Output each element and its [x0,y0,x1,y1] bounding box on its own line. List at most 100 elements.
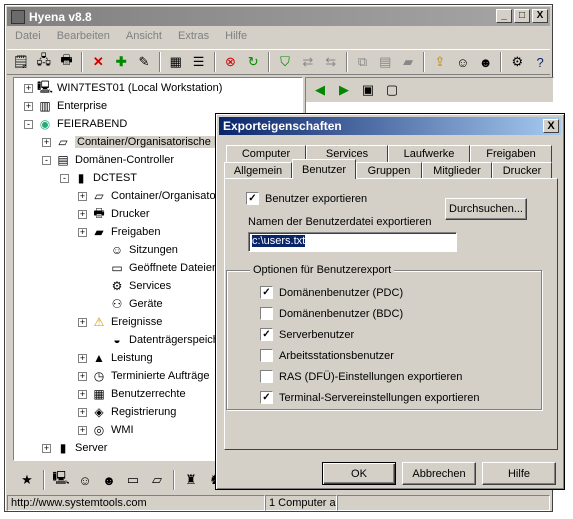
tree-item[interactable]: + ◎ WMI [78,421,134,439]
menu-hilfe[interactable]: Hilfe [217,30,255,42]
expand-toggle-icon[interactable]: + [78,425,87,435]
properties-icon[interactable]: 🗒 [11,52,31,72]
tree-item[interactable]: + ▰ Freigaben [78,223,161,241]
menu-ansicht[interactable]: Ansicht [118,30,170,42]
close-button[interactable]: X [532,9,548,23]
user-rights-toolbar-icon[interactable]: ♜ [181,470,201,490]
tab-gruppen[interactable]: Gruppen [356,162,422,179]
tree-item[interactable]: - ◉ FEIERABEND [24,115,127,133]
delete-icon[interactable]: ✕ [88,52,108,72]
tree-item[interactable]: + ▱ Container/Organisator [78,187,219,205]
option-bdc-checkbox[interactable] [260,307,273,320]
expand-toggle-icon[interactable]: - [24,119,33,129]
menu-bearbeiten[interactable]: Bearbeiten [49,30,118,42]
filter-icon[interactable]: ⛉ [275,52,295,72]
option-row-workstation[interactable]: Arbeitsstationsbenutzer [260,349,394,362]
option-row-server[interactable]: ✓ Serverbenutzer [260,328,354,341]
large-icons-icon[interactable]: ▦ [166,52,186,72]
option-row-pdc[interactable]: ✓ Domänenbenutzer (PDC) [260,286,403,299]
users-icon[interactable]: ☺ [453,52,473,72]
tab-allgemein[interactable]: Allgemein [224,162,292,179]
favorites-icon[interactable]: ★ [17,470,37,490]
option-row-terminal[interactable]: ✓ Terminal-Servereinstellungen exportier… [260,391,480,404]
options-icon[interactable]: ⚙ [507,52,527,72]
dialog-title-bar[interactable]: Exporteigenschaften X [219,117,561,135]
group-icon[interactable]: ☻ [476,52,496,72]
option-workstation-checkbox[interactable] [260,349,273,362]
network-icon[interactable]: 🖧 [34,52,54,72]
edit-icon[interactable]: ✎ [134,52,154,72]
export-users-checkbox-row[interactable]: ✓ Benutzer exportieren [246,192,367,205]
ok-button[interactable]: OK [322,462,396,485]
help-icon[interactable]: ? [530,52,550,72]
tree-item[interactable]: - ▤ Domänen-Controller [42,151,174,169]
expand-toggle-icon[interactable]: + [78,227,87,237]
menu-datei[interactable]: Datei [7,30,49,42]
disconnect-icon[interactable]: ⇆ [321,52,341,72]
folder-icon[interactable]: ▱ [147,470,167,490]
tree-item[interactable]: + ⚠ Ereignisse [78,313,162,331]
tree-item[interactable]: ☺ Sitzungen [96,241,178,259]
print-icon[interactable]: 🖶 [57,52,77,72]
tab-freigaben[interactable]: Freigaben [470,145,552,162]
tree-item[interactable]: + ▦ Benutzerrechte [78,385,186,403]
title-bar[interactable]: Hyena v8.8 _ □ X [7,7,550,26]
expand-toggle-icon[interactable]: + [78,209,87,219]
option-terminal-checkbox[interactable]: ✓ [260,391,273,404]
move-icon[interactable]: ▤ [375,52,395,72]
copy-icon[interactable]: ⧉ [353,52,373,72]
tab-benutzer[interactable]: Benutzer [292,159,356,179]
dialog-close-button[interactable]: X [543,119,559,133]
expand-toggle-icon[interactable]: + [78,371,87,381]
tab-drucker[interactable]: Drucker [492,162,552,179]
browse-button[interactable]: Durchsuchen... [445,198,527,220]
tab-laufwerke[interactable]: Laufwerke [388,145,470,162]
window-icon[interactable]: ▭ [123,470,143,490]
group-users-icon[interactable]: ☻ [99,470,119,490]
view-grid-icon[interactable]: ▣ [358,80,378,100]
add-icon[interactable]: ✚ [111,52,131,72]
tree-item[interactable]: ⚙ Services [96,277,172,295]
computer-icon[interactable]: 🖳 [51,470,71,490]
export-users-checkbox[interactable]: ✓ [246,192,259,205]
tree-item[interactable]: ◒ Datenträgerspeicher [96,331,228,349]
user-icon[interactable]: ☺ [75,470,95,490]
expand-toggle-icon[interactable]: + [78,191,87,201]
option-row-ras[interactable]: RAS (DFÜ)-Einstellungen exportieren [260,370,462,383]
refresh-icon[interactable]: ↻ [243,52,263,72]
back-icon[interactable]: ◀ [310,80,330,100]
minimize-button[interactable]: _ [496,9,512,23]
tree-item[interactable]: ⚇ Geräte [96,295,163,313]
maximize-button[interactable]: □ [514,9,530,23]
connect-icon[interactable]: ⇄ [298,52,318,72]
tree-item[interactable]: + ▲ Leistung [78,349,153,367]
expand-toggle-icon[interactable]: + [78,353,87,363]
details-icon[interactable]: ☰ [189,52,209,72]
cancel-button[interactable]: Abbrechen [402,462,476,485]
expand-toggle-icon[interactable]: + [78,317,87,327]
option-pdc-checkbox[interactable]: ✓ [260,286,273,299]
tree-item[interactable]: + ◈ Registrierung [78,403,176,421]
expand-toggle-icon[interactable]: + [24,83,33,93]
filename-input[interactable]: c:\users.txt [248,232,457,252]
tree-item[interactable]: + 🖶 Drucker [78,205,150,223]
erase-icon[interactable]: ▰ [398,52,418,72]
expand-toggle-icon[interactable]: + [42,443,51,453]
option-row-bdc[interactable]: Domänenbenutzer (BDC) [260,307,403,320]
option-server-checkbox[interactable]: ✓ [260,328,273,341]
expand-toggle-icon[interactable]: - [42,155,51,165]
expand-toggle-icon[interactable]: - [60,173,69,183]
tree-item[interactable]: + ◷ Terminierte Aufträge [78,367,209,385]
stop-icon[interactable]: ⊗ [221,52,241,72]
export-icon[interactable]: ⇪ [430,52,450,72]
menu-extras[interactable]: Extras [170,30,217,42]
tab-mitglieder[interactable]: Mitglieder [422,162,492,179]
expand-toggle-icon[interactable]: + [78,389,87,399]
tree-item[interactable]: - ▮ DCTEST [60,169,137,187]
option-ras-checkbox[interactable] [260,370,273,383]
tree-item[interactable]: + ▮ Server [42,439,107,457]
tree-item[interactable]: + ▥ Enterprise [24,97,107,115]
forward-icon[interactable]: ▶ [334,80,354,100]
view-text-icon[interactable]: ▢ [382,80,402,100]
expand-toggle-icon[interactable]: + [24,101,33,111]
